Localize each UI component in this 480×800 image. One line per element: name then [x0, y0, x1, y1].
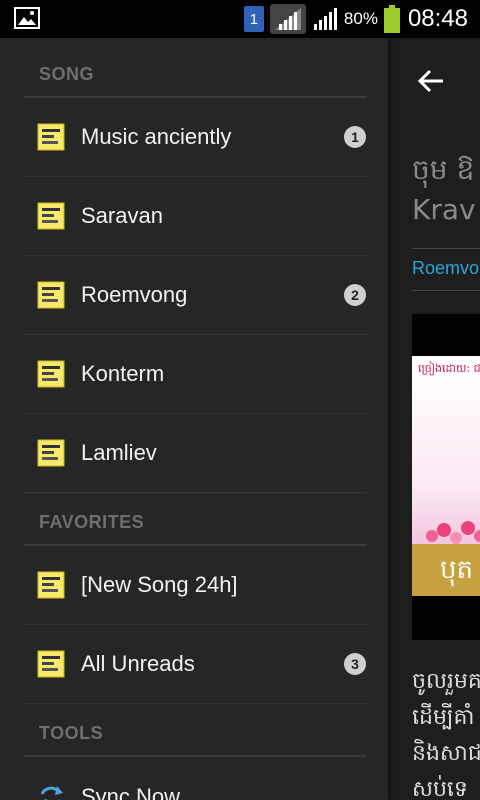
divider: [412, 248, 480, 249]
section-header-favorites: FAVORITES: [39, 512, 145, 532]
video-banner: បុត: [412, 544, 480, 596]
divider: [412, 290, 480, 291]
sync-icon: [40, 785, 63, 800]
song-category-icon: [37, 281, 65, 309]
video-thumbnail[interactable]: ច្រៀងដោយ: ជា បុត: [412, 314, 480, 640]
drawer-item-saravan[interactable]: Saravan: [24, 177, 366, 256]
image-notification-icon: [14, 7, 40, 29]
clock: 08:48: [407, 5, 468, 32]
drawer-item-label: Sync Now: [81, 783, 181, 800]
article-title: ចុម ឱ Krav I: [412, 153, 480, 226]
unread-count-badge: 3: [344, 653, 366, 675]
signal-sim2-icon: [313, 8, 337, 30]
drawer-item-label: Roemvong: [81, 282, 188, 307]
drawer-item-sync-now[interactable]: Sync Now: [24, 757, 366, 800]
article-view: ចុម ឱ Krav I Roemvo ច្រៀងដោយ: ជា បុត ចូល…: [388, 38, 480, 800]
flowers-image: [426, 521, 480, 544]
signal-sim1-icon: [269, 4, 306, 34]
drawer-item-new-song-24h[interactable]: [New Song 24h]: [24, 546, 366, 625]
drawer-item-label: All Unreads: [81, 651, 195, 676]
battery-icon: [383, 5, 400, 33]
sim-slot-icon: 1: [243, 6, 264, 32]
drawer-item-music-anciently[interactable]: Music anciently 1: [24, 98, 366, 177]
song-category-icon: [37, 202, 65, 230]
drawer-item-label: [New Song 24h]: [81, 572, 238, 597]
back-arrow-icon[interactable]: [416, 66, 446, 96]
unread-count-badge: 1: [344, 126, 366, 148]
drawer-item-label: Saravan: [81, 203, 163, 228]
drawer-item-lamliev[interactable]: Lamliev: [24, 414, 366, 493]
drawer-item-label: Music anciently: [81, 124, 232, 149]
article-category-link[interactable]: Roemvo: [412, 258, 479, 279]
battery-percent: 80%: [343, 9, 378, 28]
song-category-icon: [37, 439, 65, 467]
navigation-drawer: SONG Music anciently 1 Saravan Roemvong …: [0, 38, 388, 800]
unread-count-badge: 2: [344, 284, 366, 306]
drawer-item-konterm[interactable]: Konterm: [24, 335, 366, 414]
song-category-icon: [37, 123, 65, 151]
song-category-icon: [37, 360, 65, 388]
status-bar: 1 80% 08:48: [0, 0, 480, 38]
section-header-tools: TOOLS: [39, 723, 104, 743]
drawer-item-roemvong[interactable]: Roemvong 2: [24, 256, 366, 335]
song-category-icon: [37, 650, 65, 678]
drawer-item-label: Lamliev: [81, 440, 157, 465]
video-tag: ច្រៀងដោយ: ជា: [418, 362, 480, 375]
song-category-icon: [37, 571, 65, 599]
section-header-song: SONG: [39, 64, 95, 84]
article-body: ចូលរួមគ ដើម្បីគាំ និងសាជ សប់ទេ: [412, 669, 480, 800]
drawer-item-label: Konterm: [81, 361, 165, 386]
drawer-item-all-unreads[interactable]: All Unreads 3: [24, 625, 366, 704]
